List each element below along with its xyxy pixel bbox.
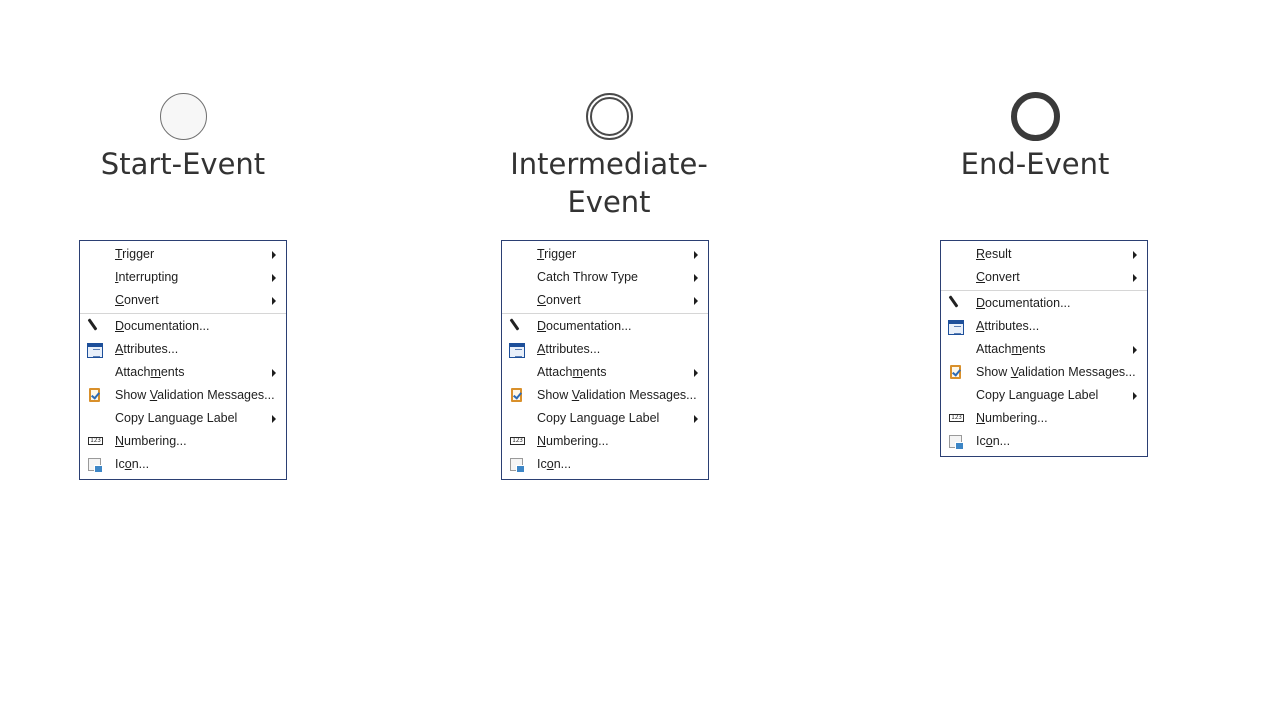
menu-item-trigger[interactable]: Trigger	[502, 243, 708, 266]
menu-item-label: Attributes...	[537, 342, 601, 356]
menu-item-label: Copy Language Label	[537, 411, 660, 425]
menu-item-label: Show Validation Messages...	[115, 388, 275, 402]
image-icon	[510, 458, 525, 473]
menu-item-label: Icon...	[537, 457, 572, 471]
menu-item-label: Attachments	[976, 342, 1046, 356]
menu-item-interrupting[interactable]: Interrupting	[80, 266, 286, 289]
menu-separator	[502, 313, 708, 314]
pencil-icon	[509, 318, 520, 331]
menu-item-label: Copy Language Label	[115, 411, 238, 425]
menu-item-label: Trigger	[115, 247, 155, 261]
menu-item-copy-language-label[interactable]: Copy Language Label	[80, 407, 286, 430]
menu-item-documentation[interactable]: Documentation...	[502, 315, 708, 338]
intermediate-event-title: Intermediate-Event	[510, 147, 708, 219]
numbering-icon: 123	[88, 437, 103, 445]
menu-item-attachments[interactable]: Attachments	[502, 361, 708, 384]
menu-item-label: Numbering...	[537, 434, 609, 448]
menu-item-show-validation-messages[interactable]: Show Validation Messages...	[80, 384, 286, 407]
intermediate-event-context-menu: Trigger Catch Throw Type Convert Documen…	[501, 240, 709, 480]
menu-item-copy-language-label[interactable]: Copy Language Label	[502, 407, 708, 430]
chevron-right-icon	[1133, 251, 1137, 259]
chevron-right-icon	[272, 274, 276, 282]
end-event-symbol[interactable]	[1011, 92, 1060, 141]
menu-separator	[80, 313, 286, 314]
menu-item-convert[interactable]: Convert	[80, 289, 286, 312]
chevron-right-icon	[694, 274, 698, 282]
chevron-right-icon	[1133, 392, 1137, 400]
menu-item-attributes[interactable]: Attributes...	[941, 315, 1147, 338]
menu-item-show-validation-messages[interactable]: Show Validation Messages...	[941, 361, 1147, 384]
menu-item-label: Documentation...	[115, 319, 210, 333]
menu-item-label: Icon...	[976, 434, 1011, 448]
menu-item-label: Convert	[115, 293, 159, 307]
menu-item-show-validation-messages[interactable]: Show Validation Messages...	[502, 384, 708, 407]
menu-item-label: Numbering...	[976, 411, 1048, 425]
menu-item-label: Convert	[537, 293, 581, 307]
menu-item-icon[interactable]: Icon...	[502, 453, 708, 476]
menu-item-convert[interactable]: Convert	[502, 289, 708, 312]
start-event-title: Start-Event	[100, 147, 266, 181]
menu-item-attachments[interactable]: Attachments	[80, 361, 286, 384]
pencil-icon	[87, 318, 98, 331]
chevron-right-icon	[1133, 274, 1137, 282]
menu-item-label: Icon...	[115, 457, 150, 471]
menu-item-label: Attachments	[537, 365, 607, 379]
menu-item-attributes[interactable]: Attributes...	[80, 338, 286, 361]
chevron-right-icon	[272, 415, 276, 423]
end-event-context-menu: Result Convert Documentation... Attribut…	[940, 240, 1148, 457]
menu-item-label: Documentation...	[537, 319, 632, 333]
menu-item-label: Catch Throw Type	[537, 270, 638, 284]
menu-item-label: Attributes...	[976, 319, 1040, 333]
menu-item-label: Attachments	[115, 365, 185, 379]
menu-item-label: Attributes...	[115, 342, 179, 356]
menu-item-attributes[interactable]: Attributes...	[502, 338, 708, 361]
menu-item-label: Trigger	[537, 247, 577, 261]
menu-item-trigger[interactable]: Trigger	[80, 243, 286, 266]
clipboard-check-icon	[89, 388, 100, 402]
menu-item-label: Show Validation Messages...	[976, 365, 1136, 379]
chevron-right-icon	[272, 251, 276, 259]
start-event-context-menu: Trigger Interrupting Convert Documentati…	[79, 240, 287, 480]
menu-item-label: Show Validation Messages...	[537, 388, 697, 402]
menu-item-label: Copy Language Label	[976, 388, 1099, 402]
pencil-icon	[948, 295, 959, 308]
menu-item-label: Documentation...	[976, 296, 1071, 310]
menu-item-result[interactable]: Result	[941, 243, 1147, 266]
menu-item-icon[interactable]: Icon...	[80, 453, 286, 476]
menu-item-copy-language-label[interactable]: Copy Language Label	[941, 384, 1147, 407]
start-event-symbol[interactable]	[160, 93, 207, 140]
image-icon	[949, 435, 964, 450]
menu-item-numbering[interactable]: 123 Numbering...	[80, 430, 286, 453]
menu-item-numbering[interactable]: 123 Numbering...	[941, 407, 1147, 430]
numbering-icon: 123	[949, 414, 964, 422]
menu-item-numbering[interactable]: 123 Numbering...	[502, 430, 708, 453]
end-event-title: End-Event	[960, 147, 1110, 181]
attributes-icon	[509, 343, 525, 358]
chevron-right-icon	[694, 369, 698, 377]
menu-item-label: Interrupting	[115, 270, 179, 284]
chevron-right-icon	[694, 251, 698, 259]
chevron-right-icon	[272, 297, 276, 305]
menu-item-documentation[interactable]: Documentation...	[941, 292, 1147, 315]
chevron-right-icon	[272, 369, 276, 377]
attributes-icon	[87, 343, 103, 358]
chevron-right-icon	[1133, 346, 1137, 354]
menu-separator	[941, 290, 1147, 291]
chevron-right-icon	[694, 415, 698, 423]
clipboard-check-icon	[511, 388, 522, 402]
menu-item-label: Numbering...	[115, 434, 187, 448]
menu-item-label: Result	[976, 247, 1012, 261]
menu-item-label: Convert	[976, 270, 1020, 284]
menu-item-documentation[interactable]: Documentation...	[80, 315, 286, 338]
clipboard-check-icon	[950, 365, 961, 379]
menu-item-icon[interactable]: Icon...	[941, 430, 1147, 453]
numbering-icon: 123	[510, 437, 525, 445]
intermediate-event-symbol[interactable]	[586, 93, 633, 140]
image-icon	[88, 458, 103, 473]
menu-item-attachments[interactable]: Attachments	[941, 338, 1147, 361]
chevron-right-icon	[694, 297, 698, 305]
attributes-icon	[948, 320, 964, 335]
menu-item-convert[interactable]: Convert	[941, 266, 1147, 289]
menu-item-catch-throw-type[interactable]: Catch Throw Type	[502, 266, 708, 289]
